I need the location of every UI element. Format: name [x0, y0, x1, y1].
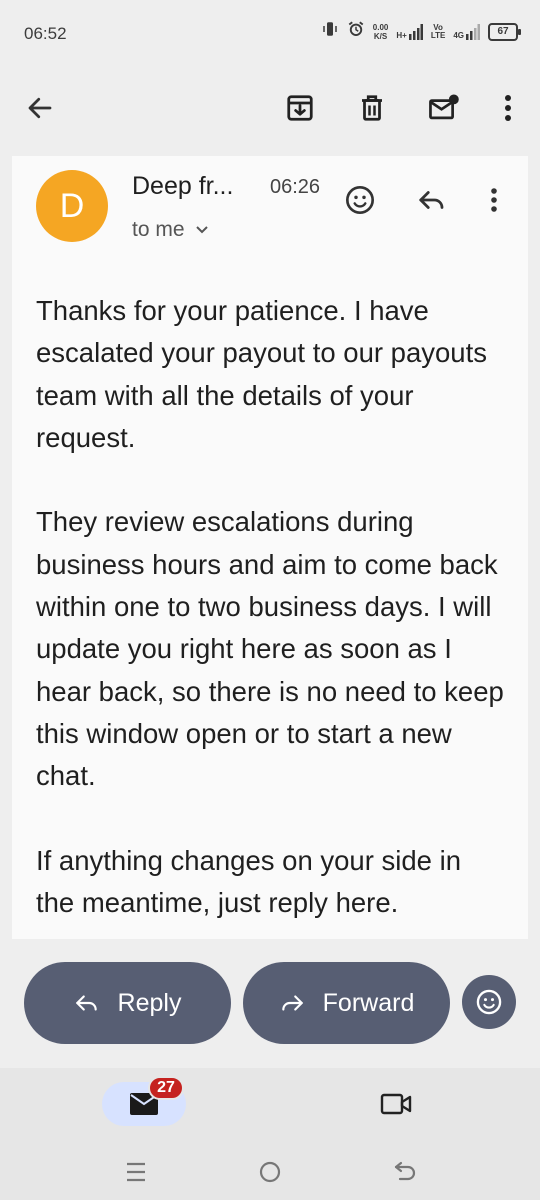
network-speed: 0.00 K/S [373, 23, 389, 41]
email-paragraph: They review escalations during business … [36, 506, 504, 792]
email-body: Thanks for your patience. I have escalat… [36, 290, 506, 967]
reply-label: Reply [117, 988, 182, 1017]
chevron-down-icon [195, 226, 208, 234]
home-icon[interactable] [254, 1156, 286, 1188]
vibrate-icon [321, 20, 339, 43]
more-vert-icon[interactable] [476, 182, 512, 218]
more-vert-icon[interactable] [490, 90, 526, 126]
forward-label: Forward [322, 988, 415, 1017]
sender-name[interactable]: Deep fr... [132, 172, 233, 201]
email-paragraph: Thanks for your patience. I have escalat… [36, 295, 487, 453]
alarm-icon [347, 20, 365, 43]
status-icons: 0.00 K/S H+ Vo LTE 4G 67 [321, 20, 521, 43]
recipient-label: to me [132, 218, 185, 241]
back-icon[interactable] [390, 1156, 422, 1188]
delete-icon[interactable] [354, 90, 390, 126]
net-speed-unit: K/S [373, 31, 388, 41]
emoji-icon [476, 989, 502, 1015]
mail-unread-badge: 27 [148, 1076, 184, 1100]
reply-icon[interactable] [414, 182, 450, 218]
signal1-tag: H+ [396, 30, 407, 40]
mark-unread-icon[interactable] [426, 90, 462, 126]
forward-button[interactable]: Forward [243, 962, 450, 1044]
signal-bars-icon [466, 23, 480, 40]
signal2-tag: 4G [453, 30, 464, 40]
back-arrow-icon[interactable] [22, 90, 58, 126]
recent-apps-icon[interactable] [120, 1156, 152, 1188]
forward-icon [281, 995, 303, 1011]
signal-strength-1: H+ [396, 23, 423, 40]
signal-bars-icon [408, 23, 423, 40]
archive-icon[interactable] [282, 90, 318, 126]
volte-tag: Vo LTE [430, 23, 446, 40]
email-paragraph: If anything changes on your side in the … [36, 844, 462, 919]
video-camera-icon [380, 1093, 412, 1115]
emoji-reaction-icon[interactable] [342, 182, 378, 218]
emoji-reaction-button[interactable] [462, 975, 516, 1029]
volte-bottom: LTE [430, 30, 446, 40]
system-navigation [0, 1142, 540, 1200]
sender-avatar[interactable]: D [36, 170, 108, 242]
email-card: D Deep fr... 06:26 to me Thanks for your… [12, 156, 528, 939]
signal-strength-2: 4G [453, 23, 480, 40]
top-app-bar [0, 62, 540, 154]
reply-button[interactable]: Reply [24, 962, 231, 1044]
email-time: 06:26 [270, 176, 321, 198]
reply-icon [75, 995, 97, 1011]
recipient-details[interactable]: to me [132, 218, 209, 242]
battery-icon: 67 [488, 22, 521, 41]
bottom-navigation: 27 [0, 1068, 540, 1142]
status-bar: 06:52 0.00 K/S H+ Vo LTE 4G 67 [0, 0, 540, 62]
net-speed-value: 0.00 [372, 22, 389, 32]
status-time: 06:52 [24, 24, 67, 43]
action-bar: Reply Forward [0, 962, 540, 1044]
meet-tab[interactable] [378, 1086, 414, 1122]
